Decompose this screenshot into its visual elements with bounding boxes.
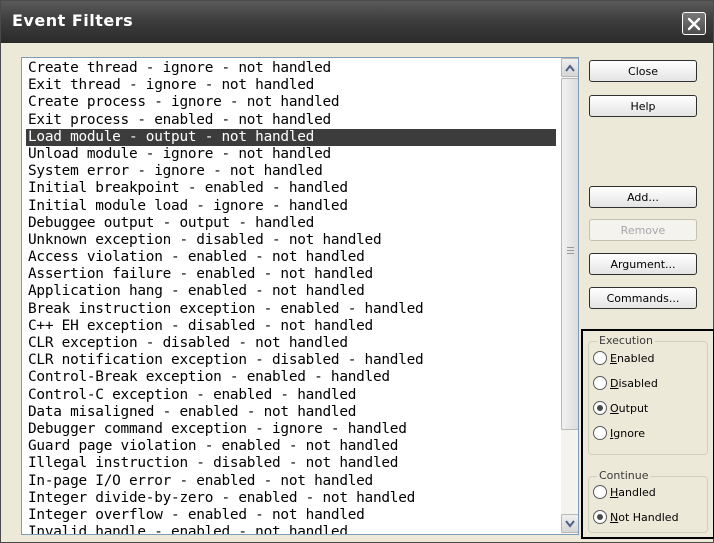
event-list-item[interactable]: CLR exception - disabled - not handled (26, 335, 556, 352)
event-list-item[interactable]: Exit thread - ignore - not handled (26, 77, 556, 94)
event-list-item[interactable]: Load module - output - not handled (26, 128, 556, 146)
event-list-item[interactable]: Unload module - ignore - not handled (26, 146, 556, 163)
continue-group: Continue Handled Not Handled (588, 469, 708, 533)
arrow-up-icon (565, 63, 575, 72)
radio-label: Enabled (610, 351, 655, 365)
event-list-item[interactable]: Application hang - enabled - not handled (26, 283, 556, 300)
radio-label: Output (610, 401, 649, 415)
radio-label: Not Handled (610, 510, 679, 524)
event-list-item[interactable]: Debugger command exception - ignore - ha… (26, 421, 556, 438)
event-list-item[interactable]: Debuggee output - output - handled (26, 215, 556, 232)
radio-ignore[interactable]: Ignore (593, 425, 645, 441)
radio-circle-icon (593, 510, 607, 524)
event-list-item[interactable]: Illegal instruction - disabled - not han… (26, 455, 556, 472)
add-button[interactable]: Add... (589, 186, 697, 208)
radio-circle-icon (593, 376, 607, 390)
radio-circle-icon (593, 401, 607, 415)
radio-disabled[interactable]: Disabled (593, 375, 658, 391)
help-button[interactable]: Help (589, 95, 697, 117)
remove-button[interactable]: Remove (589, 219, 697, 241)
event-list-items: Create thread - ignore - not handled Exit… (26, 60, 556, 534)
execution-group: Execution Enabled Disabled Output Ignore (588, 334, 708, 455)
event-list-item[interactable]: Assertion failure - enabled - not handle… (26, 266, 556, 283)
event-list-item[interactable]: In-page I/O error - enabled - not handle… (26, 473, 556, 490)
argument-button[interactable]: Argument... (589, 253, 697, 275)
window-title: Event Filters (12, 11, 134, 30)
event-list-item[interactable]: Initial breakpoint - enabled - handled (26, 180, 556, 197)
radio-circle-icon (593, 426, 607, 440)
radio-output[interactable]: Output (593, 400, 648, 416)
event-list-item[interactable]: Access violation - enabled - not handled (26, 249, 556, 266)
event-list-item[interactable]: Initial module load - ignore - handled (26, 198, 556, 215)
close-x-icon (687, 17, 701, 30)
close-window-button[interactable] (682, 12, 706, 35)
event-list-item[interactable]: Integer divide-by-zero - enabled - not h… (26, 490, 556, 507)
radio-circle-icon (593, 485, 607, 499)
vertical-scrollbar[interactable] (561, 58, 578, 534)
title-bar[interactable]: Event Filters (1, 1, 713, 43)
event-list-item[interactable]: Control-C exception - enabled - handled (26, 387, 556, 404)
radio-label: Handled (610, 485, 656, 499)
radio-label: Disabled (610, 376, 658, 390)
commands-button[interactable]: Commands... (589, 287, 697, 309)
event-list-item[interactable]: Create thread - ignore - not handled (26, 60, 556, 77)
event-list-item[interactable]: Data misaligned - enabled - not handled (26, 404, 556, 421)
event-list-item[interactable]: Invalid handle - enabled - not handled (26, 524, 556, 534)
event-filters-dialog: Event Filters Create thread - ignore - n… (0, 0, 714, 543)
scroll-down-button[interactable] (561, 514, 578, 533)
event-list-item[interactable]: Control-Break exception - enabled - hand… (26, 369, 556, 386)
grip-icon (567, 247, 574, 254)
radio-circle-icon (593, 351, 607, 365)
event-list-item[interactable]: Create process - ignore - not handled (26, 94, 556, 111)
close-button[interactable]: Close (589, 60, 697, 82)
event-list-item[interactable]: C++ EH exception - disabled - not handle… (26, 318, 556, 335)
radio-not-handled[interactable]: Not Handled (593, 509, 679, 525)
event-list-item[interactable]: System error - ignore - not handled (26, 163, 556, 180)
event-list-item[interactable]: CLR notification exception - disabled - … (26, 352, 556, 369)
event-list[interactable]: Create thread - ignore - not handled Exit… (21, 57, 579, 535)
argument-button-label: Argument... (610, 257, 676, 271)
event-list-item[interactable]: Guard page violation - enabled - not han… (26, 438, 556, 455)
execution-group-label: Execution (597, 334, 655, 347)
event-list-item[interactable]: Integer overflow - enabled - not handled (26, 507, 556, 524)
scroll-up-button[interactable] (561, 58, 578, 77)
event-list-item[interactable]: Exit process - enabled - not handled (26, 112, 556, 129)
radio-enabled[interactable]: Enabled (593, 350, 654, 366)
radio-selected-dot-icon (597, 405, 603, 411)
event-list-item[interactable]: Break instruction exception - enabled - … (26, 301, 556, 318)
radio-selected-dot-icon (597, 514, 603, 520)
arrow-down-icon (565, 519, 575, 528)
radio-label: Ignore (610, 426, 645, 440)
continue-group-label: Continue (597, 469, 651, 482)
scrollbar-thumb[interactable] (561, 78, 578, 430)
event-list-item[interactable]: Unknown exception - disabled - not handl… (26, 232, 556, 249)
radio-handled[interactable]: Handled (593, 484, 656, 500)
